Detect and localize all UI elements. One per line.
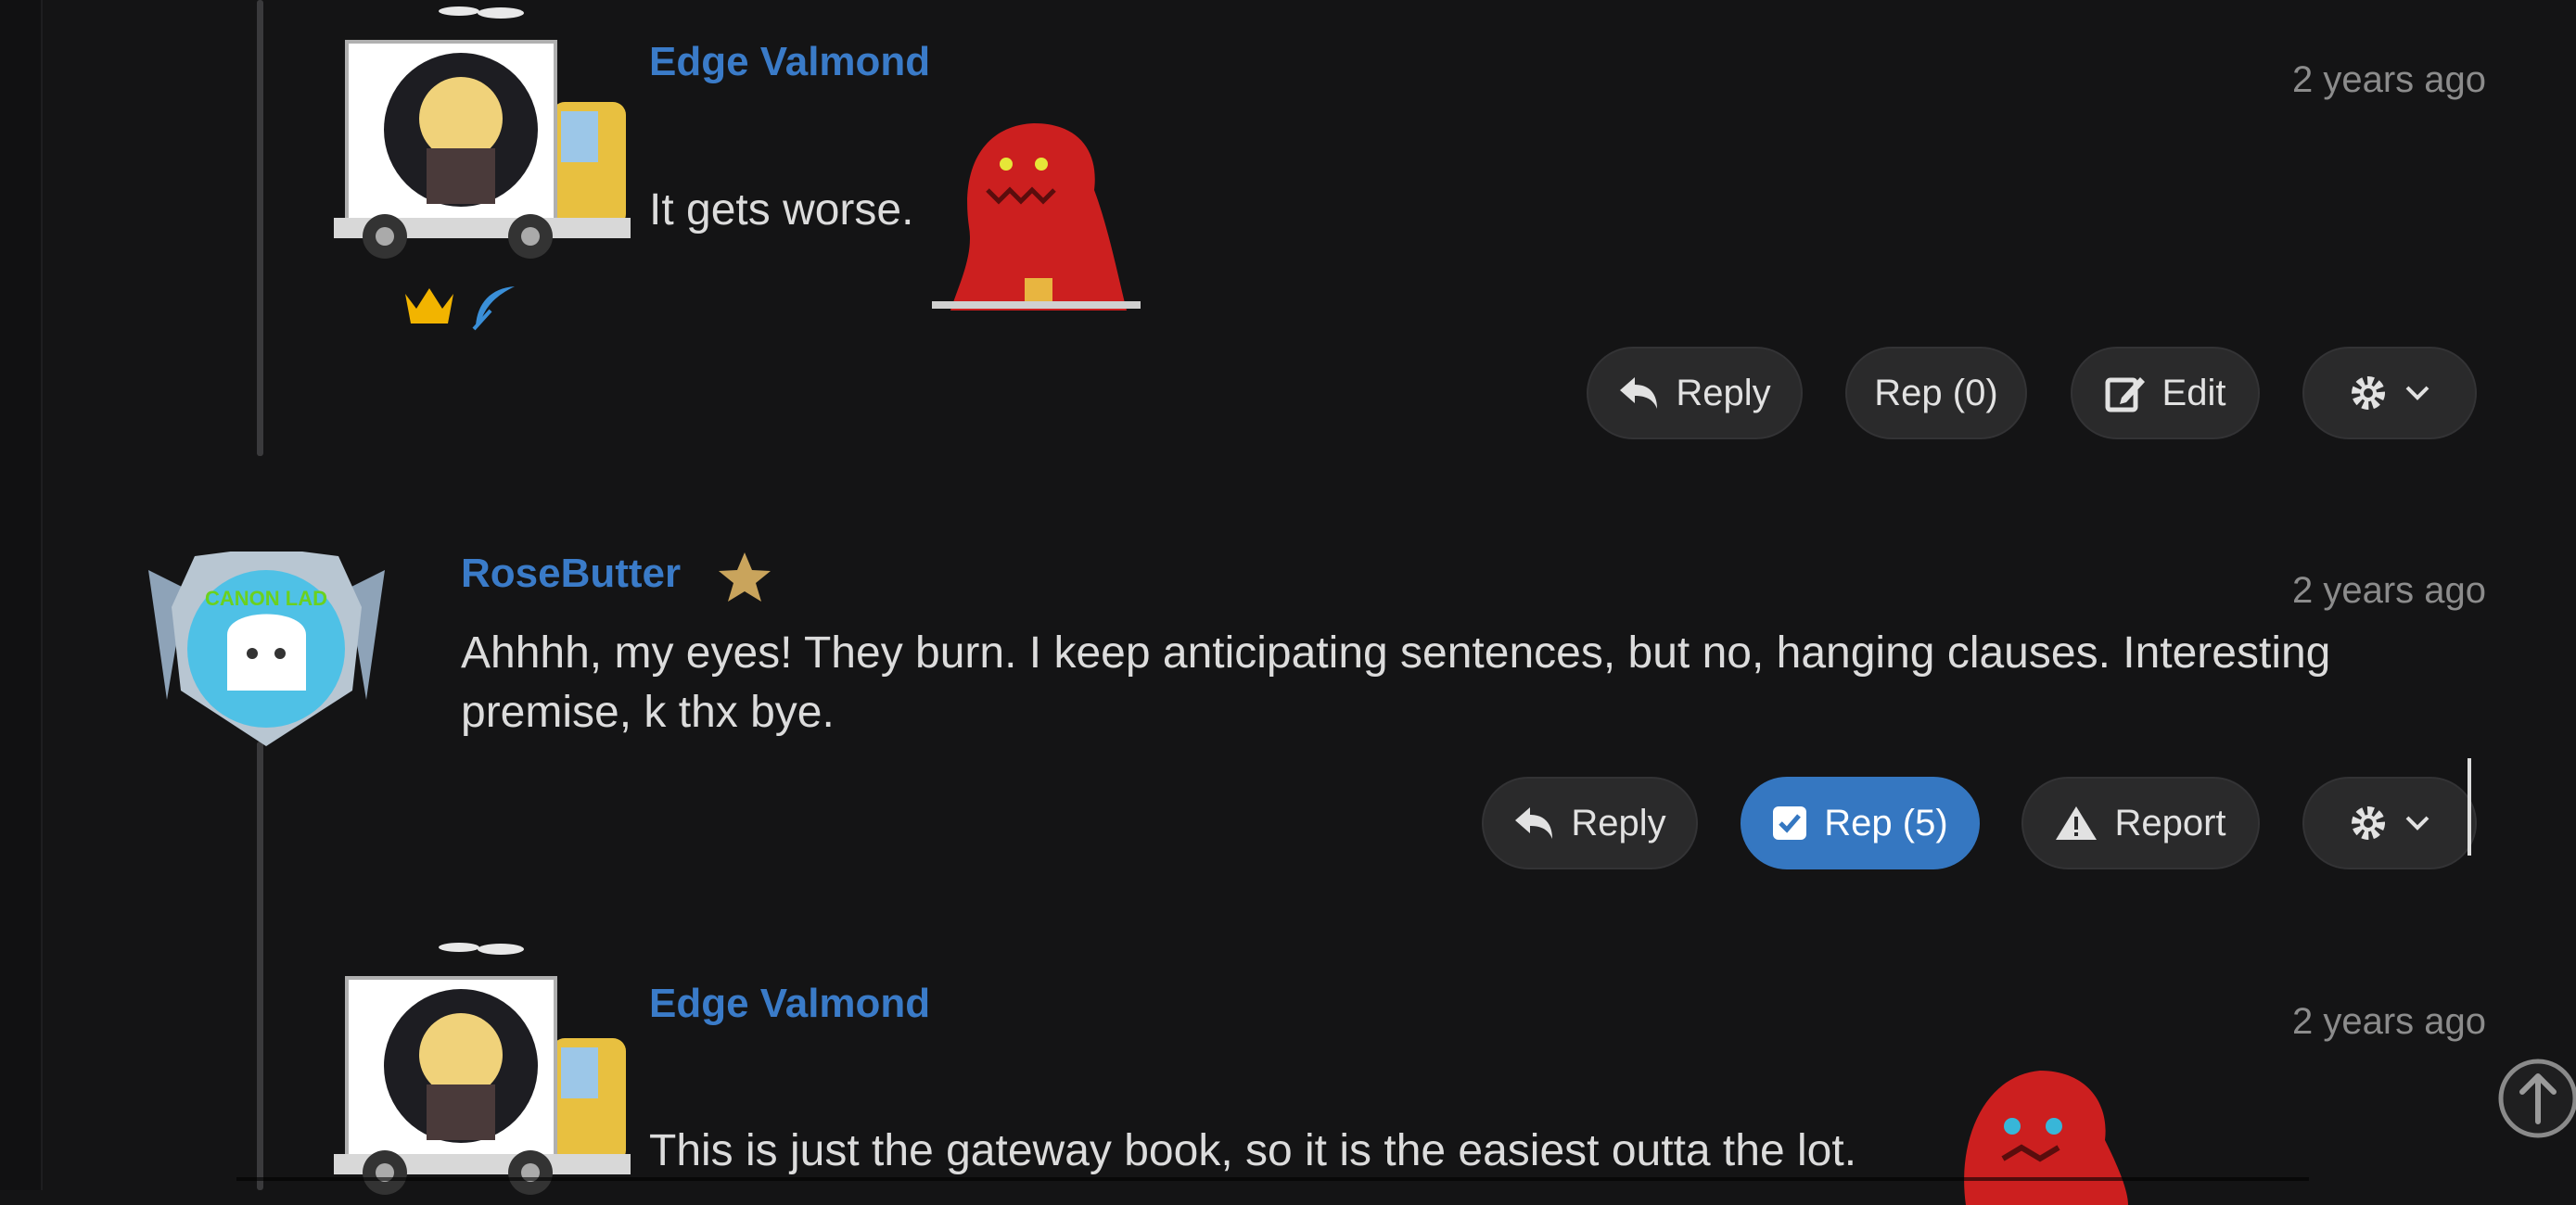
feather-icon [472,286,515,331]
emblem-text: CANON LAD [205,587,327,610]
avatar[interactable] [325,0,631,260]
timestamp[interactable]: 2 years ago [2292,59,2486,101]
comment-edge-valmond-2: Edge Valmond 2 years ago This is just th… [0,936,2576,1205]
edit-icon [2105,377,2145,412]
comment-edge-valmond-1: Edge Valmond 2 years ago It gets worse. … [0,0,2576,463]
reply-icon [1515,807,1553,839]
edit-button[interactable]: Edit [2071,347,2260,439]
rep-label: Rep (5) [1824,802,1948,844]
crown-icon [405,288,453,323]
settings-dropdown-button[interactable] [2302,777,2477,869]
avatar[interactable] [325,936,631,1196]
bottom-divider [236,1177,2309,1181]
scroll-to-top-button[interactable] [2496,1057,2576,1140]
reply-label: Reply [1571,802,1666,844]
cursor-caret [2468,758,2471,856]
chevron-down-icon [2405,816,2429,831]
checkbox-checked-icon [1773,806,1807,840]
rep-label: Rep (0) [1874,372,1998,413]
reply-button[interactable]: Reply [1587,347,1803,439]
emoji-image [932,123,1141,311]
comment-rosebutter: CANON LAD RoseButter 2 years ago Ahhhh, … [0,463,2576,881]
avatar[interactable]: CANON LAD [130,552,403,751]
star-icon [719,552,771,602]
reply-label: Reply [1676,372,1771,413]
rep-button-active[interactable]: Rep (5) [1741,777,1980,869]
warning-icon [2056,806,2098,840]
author-name[interactable]: Edge Valmond [649,39,930,85]
report-button[interactable]: Report [2021,777,2260,869]
comment-text-line-1: Ahhhh, my eyes! They burn. I keep antici… [461,628,2331,678]
timestamp[interactable]: 2 years ago [2292,570,2486,612]
chevron-down-icon [2405,386,2429,400]
timestamp[interactable]: 2 years ago [2292,1001,2486,1043]
reply-icon [1620,377,1658,409]
report-label: Report [2114,802,2226,844]
edit-label: Edit [2162,372,2226,413]
comment-text: This is just the gateway book, so it is … [649,1126,1857,1175]
gear-icon [2352,376,2385,410]
emoji-image [1964,1071,2128,1205]
rep-button[interactable]: Rep (0) [1845,347,2027,439]
comment-text: It gets worse. [649,185,914,235]
comment-text-line-2: premise, k thx bye. [461,688,835,737]
gear-icon [2352,806,2385,840]
author-name[interactable]: Edge Valmond [649,981,930,1027]
reply-button[interactable]: Reply [1482,777,1698,869]
author-name[interactable]: RoseButter [461,551,681,597]
settings-dropdown-button[interactable] [2302,347,2477,439]
